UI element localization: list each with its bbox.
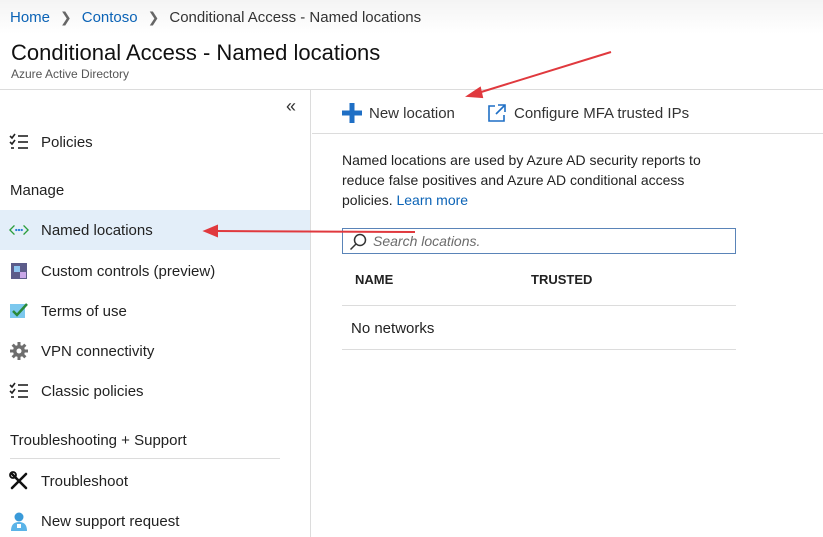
search-icon [349, 233, 367, 251]
column-header-trusted[interactable]: TRUSTED [531, 272, 592, 287]
checklist-icon [9, 381, 29, 401]
sidebar-item-custom-controls[interactable]: Custom controls (preview) [0, 251, 310, 291]
sidebar-item-label: Policies [41, 133, 93, 151]
breadcrumb-current: Conditional Access - Named locations [169, 8, 422, 26]
support-person-icon [9, 511, 29, 531]
breadcrumb: Home ❯ Contoso ❯ Conditional Access - Na… [0, 0, 823, 34]
collapse-sidebar-button[interactable]: « [286, 96, 296, 117]
chevron-right-icon: ❯ [60, 8, 72, 25]
column-header-name[interactable]: NAME [355, 272, 393, 287]
named-locations-icon [9, 220, 29, 240]
empty-state-text: No networks [351, 320, 435, 337]
sidebar-item-label: Troubleshoot [41, 472, 128, 490]
tools-icon [9, 471, 29, 491]
toolbar-divider [312, 133, 823, 134]
sidebar-item-label: New support request [41, 512, 180, 530]
table-bottom-divider [342, 349, 736, 350]
configure-mfa-label: Configure MFA trusted IPs [514, 104, 690, 122]
page-title: Conditional Access - Named locations [11, 40, 381, 65]
description: Named locations are used by Azure AD sec… [342, 150, 737, 210]
sidebar-item-new-support-request[interactable]: New support request [0, 501, 310, 537]
sidebar-item-classic-policies[interactable]: Classic policies [0, 371, 310, 411]
external-link-icon [487, 103, 507, 123]
new-location-button[interactable]: New location [341, 100, 455, 126]
breadcrumb-tenant-link[interactable]: Contoso [82, 9, 138, 26]
sidebar-item-label: VPN connectivity [41, 342, 155, 360]
sidebar-item-label: Classic policies [41, 382, 144, 400]
table-header-divider [342, 305, 736, 306]
sidebar-item-label: Named locations [41, 221, 153, 239]
custom-controls-icon [9, 261, 29, 281]
page-subtitle: Azure Active Directory [11, 67, 130, 81]
troubleshooting-heading: Troubleshooting + Support [10, 432, 187, 449]
sidebar-item-terms-of-use[interactable]: Terms of use [0, 291, 310, 331]
new-location-label: New location [369, 104, 455, 122]
breadcrumb-home-link[interactable]: Home [10, 9, 50, 26]
sidebar-item-vpn-connectivity[interactable]: VPN connectivity [0, 331, 310, 371]
sidebar-item-label: Terms of use [41, 302, 127, 320]
terms-check-icon [9, 301, 29, 321]
search-input[interactable] [373, 231, 723, 251]
sidebar: « Policies Manage Named locations Custom… [0, 90, 311, 537]
gear-icon [9, 341, 29, 361]
sidebar-item-policies[interactable]: Policies [0, 122, 310, 162]
checklist-icon [9, 132, 29, 152]
sidebar-item-label: Custom controls (preview) [41, 262, 216, 280]
sidebar-item-troubleshoot[interactable]: Troubleshoot [0, 461, 310, 501]
learn-more-link[interactable]: Learn more [396, 192, 468, 208]
sidebar-item-named-locations[interactable]: Named locations [0, 210, 310, 250]
search-box [342, 228, 736, 254]
annotation-arrow-line [477, 51, 612, 94]
plus-icon [341, 102, 363, 124]
section-divider [10, 458, 280, 459]
chevron-right-icon: ❯ [147, 8, 160, 25]
manage-heading: Manage [10, 182, 65, 199]
configure-mfa-button[interactable]: Configure MFA trusted IPs [487, 100, 689, 126]
